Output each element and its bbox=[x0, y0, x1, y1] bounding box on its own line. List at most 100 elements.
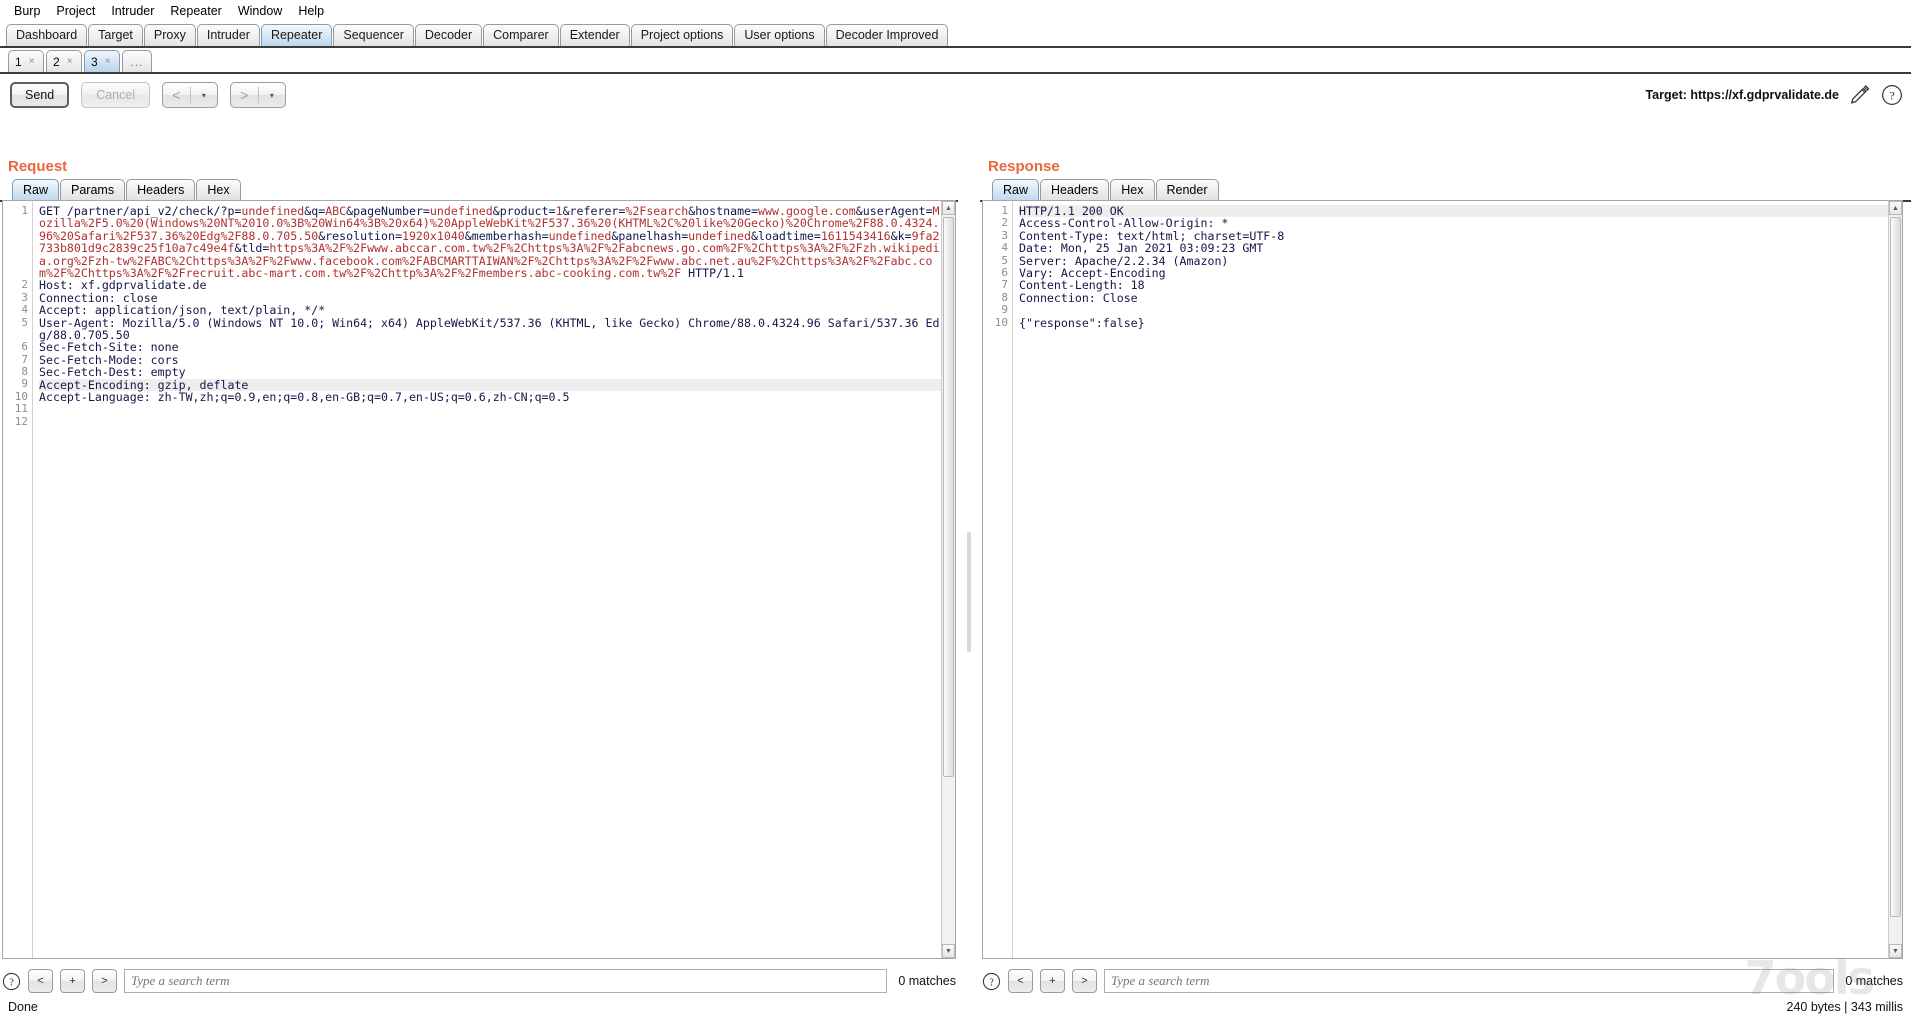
close-icon[interactable]: × bbox=[29, 56, 35, 67]
menu-item-help[interactable]: Help bbox=[290, 2, 332, 20]
line-number: 4 bbox=[21, 303, 28, 317]
line-number: 4 bbox=[1001, 241, 1008, 255]
tab-decoder-improved[interactable]: Decoder Improved bbox=[825, 24, 949, 46]
target-area: Target: https://xf.gdprvalidate.de ? bbox=[1645, 84, 1903, 106]
main-tab-strip: Dashboard Target Proxy Intruder Repeater… bbox=[0, 22, 1911, 48]
request-search-next-button[interactable]: > bbox=[92, 969, 117, 993]
menu-item-repeater[interactable]: Repeater bbox=[162, 2, 229, 20]
scroll-up-icon[interactable]: ▲ bbox=[942, 201, 955, 215]
repeater-toolbar: Send Cancel < ▾ > ▾ Target: https://xf.g… bbox=[0, 74, 1911, 116]
request-editor[interactable]: 1 2345 6 7 8 9 10 11 12 GET /partner/api_v2/ch… bbox=[2, 200, 956, 959]
tab-intruder[interactable]: Intruder bbox=[196, 24, 260, 46]
tab-sequencer[interactable]: Sequencer bbox=[333, 24, 414, 46]
tab-decoder[interactable]: Decoder bbox=[414, 24, 483, 46]
tab-target[interactable]: Target bbox=[88, 24, 143, 46]
code-line: Connection: Close bbox=[1019, 292, 1888, 304]
code-segment: Connection: Close bbox=[1019, 290, 1138, 305]
scrollbar-thumb[interactable] bbox=[1890, 217, 1901, 917]
scroll-down-icon[interactable]: ▼ bbox=[942, 944, 955, 958]
code-line: Host: xf.gdprvalidate.de bbox=[39, 279, 941, 291]
code-line: Vary: Accept-Encoding bbox=[1019, 267, 1888, 279]
chevron-down-icon[interactable]: ▾ bbox=[191, 91, 218, 100]
request-tab-headers[interactable]: Headers bbox=[126, 179, 196, 200]
pane-splitter[interactable] bbox=[958, 152, 980, 1019]
response-search-prev-button[interactable]: < bbox=[1008, 969, 1033, 993]
line-number: 2 bbox=[1001, 216, 1008, 230]
response-match-count: 0 matches bbox=[1845, 974, 1903, 988]
request-response-panes: Request Raw Params Headers Hex 1 2345 67… bbox=[0, 152, 1911, 1019]
cancel-button[interactable]: Cancel bbox=[81, 82, 151, 108]
request-search-bar: ? < + > 0 matches bbox=[2, 965, 956, 997]
line-number: 11 bbox=[14, 402, 28, 416]
close-icon[interactable]: × bbox=[67, 56, 73, 67]
menu-item-project[interactable]: Project bbox=[48, 2, 103, 20]
request-tab-hex[interactable]: Hex bbox=[196, 179, 241, 200]
burp-suite-window: Burp Project Intruder Repeater Window He… bbox=[0, 0, 1911, 1019]
request-tab-strip: Raw Params Headers Hex bbox=[0, 179, 958, 202]
tab-extender[interactable]: Extender bbox=[559, 24, 630, 46]
menu-item-intruder[interactable]: Intruder bbox=[103, 2, 162, 20]
line-number: 12 bbox=[14, 414, 28, 428]
chevron-down-icon[interactable]: ▾ bbox=[259, 91, 286, 100]
response-tab-hex[interactable]: Hex bbox=[1110, 179, 1155, 200]
request-line-numbers: 1 2345 6 7 8 9 10 11 12 bbox=[3, 201, 33, 958]
code-line: GET /partner/api_v2/check/?p=undefined&q… bbox=[39, 205, 941, 279]
line-number-continuation bbox=[3, 242, 32, 254]
scrollbar-thumb[interactable] bbox=[943, 217, 954, 777]
target-label: Target: https://xf.gdprvalidate.de bbox=[1645, 88, 1839, 102]
menu-item-burp[interactable]: Burp bbox=[6, 2, 48, 20]
request-body-text[interactable]: GET /partner/api_v2/check/?p=undefined&q… bbox=[33, 201, 941, 958]
response-tab-render[interactable]: Render bbox=[1155, 179, 1219, 200]
splitter-grip[interactable] bbox=[967, 532, 971, 652]
question-mark-icon[interactable]: ? bbox=[2, 972, 21, 991]
repeater-tab-1-label: 1 bbox=[15, 54, 22, 69]
menu-item-window[interactable]: Window bbox=[230, 2, 290, 20]
svg-text:?: ? bbox=[1889, 89, 1894, 103]
pencil-icon[interactable] bbox=[1849, 84, 1871, 106]
request-title: Request bbox=[8, 158, 68, 175]
request-search-prev-button[interactable]: < bbox=[28, 969, 53, 993]
chevron-right-icon: > bbox=[240, 87, 249, 103]
question-mark-icon[interactable]: ? bbox=[982, 972, 1001, 991]
go-back-button[interactable]: < ▾ bbox=[162, 82, 219, 108]
question-mark-icon[interactable]: ? bbox=[1881, 84, 1903, 106]
request-tab-params[interactable]: Params bbox=[60, 179, 126, 200]
status-metrics: 240 bytes | 343 millis bbox=[1786, 1000, 1904, 1014]
response-tab-raw[interactable]: Raw bbox=[992, 179, 1040, 200]
response-vertical-scrollbar[interactable]: ▲ ▼ bbox=[1888, 201, 1902, 958]
response-tab-headers[interactable]: Headers bbox=[1040, 179, 1110, 200]
response-search-add-button[interactable]: + bbox=[1040, 969, 1065, 993]
response-tab-strip: Raw Headers Hex Render bbox=[980, 179, 1911, 202]
request-tab-raw[interactable]: Raw bbox=[12, 179, 60, 200]
scroll-down-icon[interactable]: ▼ bbox=[1889, 944, 1902, 958]
response-search-input[interactable] bbox=[1104, 969, 1835, 993]
line-number: 10 bbox=[994, 315, 1008, 329]
response-title: Response bbox=[988, 158, 1060, 175]
repeater-tab-3[interactable]: 3 × bbox=[84, 50, 120, 72]
response-search-next-button[interactable]: > bbox=[1072, 969, 1097, 993]
close-icon[interactable]: × bbox=[105, 56, 111, 67]
tab-project-options[interactable]: Project options bbox=[630, 24, 734, 46]
repeater-tab-new[interactable]: ... bbox=[122, 50, 152, 72]
request-vertical-scrollbar[interactable]: ▲ ▼ bbox=[941, 201, 955, 958]
go-forward-button[interactable]: > ▾ bbox=[230, 82, 287, 108]
menu-bar: Burp Project Intruder Repeater Window He… bbox=[0, 0, 1911, 22]
svg-text:?: ? bbox=[9, 977, 14, 988]
tab-comparer[interactable]: Comparer bbox=[483, 24, 559, 46]
send-button[interactable]: Send bbox=[10, 82, 70, 108]
repeater-tab-2-label: 2 bbox=[53, 54, 60, 69]
tab-repeater[interactable]: Repeater bbox=[260, 24, 333, 46]
code-segment: Accept-Language: zh-TW,zh;q=0.9,en;q=0.8… bbox=[39, 390, 570, 405]
tab-user-options[interactable]: User options bbox=[734, 24, 825, 46]
response-editor[interactable]: 1 2 3 4 5 6 7 8 9 10 HTTP/1.1 200 OK Access-Contro… bbox=[982, 200, 1903, 959]
tab-dashboard[interactable]: Dashboard bbox=[6, 24, 88, 46]
response-body-text[interactable]: HTTP/1.1 200 OK Access-Control-Allow-Orig… bbox=[1013, 201, 1888, 958]
tab-proxy[interactable]: Proxy bbox=[143, 24, 196, 46]
request-search-add-button[interactable]: + bbox=[60, 969, 85, 993]
scroll-up-icon[interactable]: ▲ bbox=[1889, 201, 1902, 215]
repeater-tab-2[interactable]: 2 × bbox=[46, 50, 82, 72]
repeater-tab-1[interactable]: 1 × bbox=[8, 50, 44, 72]
request-search-input[interactable] bbox=[124, 969, 888, 993]
response-search-bar: ? < + > 0 matches bbox=[982, 965, 1903, 997]
